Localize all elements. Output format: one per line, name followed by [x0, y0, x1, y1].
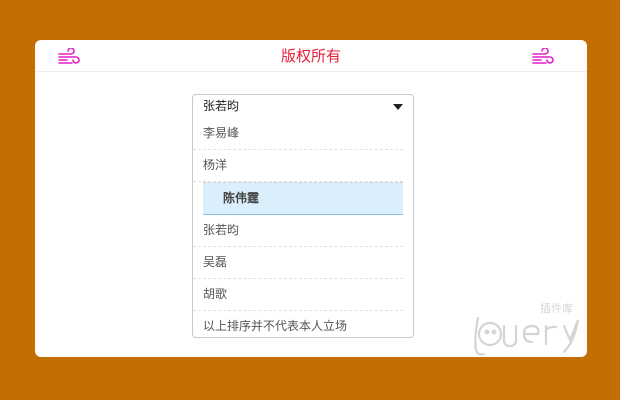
select-current[interactable]: 张若昀 [193, 95, 413, 118]
select-option[interactable]: 以上排序并不代表本人立场 [193, 311, 403, 342]
select-options: 李易峰 杨洋 陈伟霆 张若昀 吴磊 胡歌 以上排序并不代表本人立场 [193, 118, 413, 342]
select-option-selected[interactable]: 陈伟霆 [203, 182, 403, 215]
select-option[interactable]: 李易峰 [193, 118, 403, 150]
select-option[interactable]: 杨洋 [193, 150, 403, 182]
jquery-watermark-logo: 插件库 [474, 301, 580, 356]
watermark-subtext: 插件库 [540, 301, 573, 315]
caret-down-icon[interactable] [393, 104, 403, 110]
page-title: 版权所有 [280, 47, 341, 65]
card-header: 版权所有 [35, 40, 587, 72]
select-option[interactable]: 张若昀 [193, 215, 403, 247]
select-current-value: 张若昀 [203, 99, 240, 113]
content-card: 版权所有 张若昀 李易峰 杨洋 陈伟霆 张若昀 吴磊 胡歌 以上排序并不代表本人… [35, 40, 587, 357]
select-option[interactable]: 吴磊 [193, 247, 403, 279]
wind-icon[interactable] [531, 48, 555, 66]
name-select[interactable]: 张若昀 李易峰 杨洋 陈伟霆 张若昀 吴磊 胡歌 以上排序并不代表本人立场 [192, 94, 414, 338]
select-option[interactable]: 胡歌 [193, 279, 403, 311]
